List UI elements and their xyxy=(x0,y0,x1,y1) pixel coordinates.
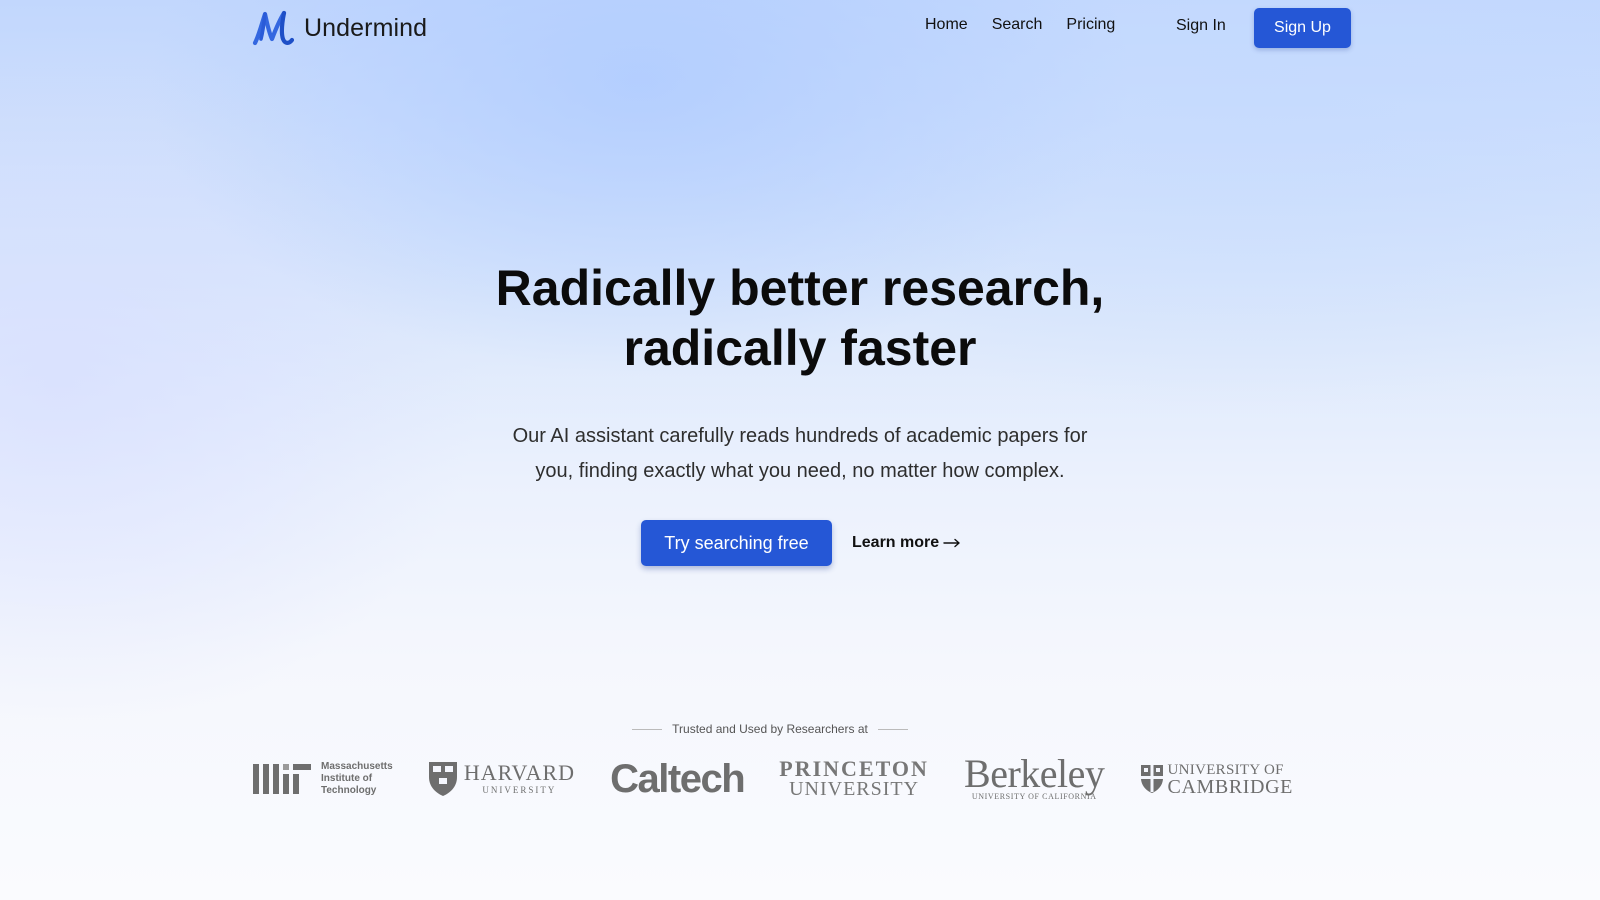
harvard-shield-icon xyxy=(428,762,457,796)
learn-more-label: Learn more xyxy=(852,534,940,551)
hero-subtitle-line: Our AI assistant carefully reads hundred… xyxy=(512,425,1088,447)
trusted-by-label-row: Trusted and Used by Researchers at xyxy=(0,722,1540,736)
trusted-by-label: Trusted and Used by Researchers at xyxy=(672,722,868,736)
brand-home-link[interactable]: Undermind xyxy=(252,9,427,47)
princeton-line: PRINCETON xyxy=(779,756,929,781)
divider xyxy=(877,728,908,730)
hero-cta-row: Try searching free Learn more xyxy=(641,520,961,566)
undermind-logo-icon xyxy=(252,10,294,46)
berkeley-sub: UNIVERSITY OF CALIFORNIA xyxy=(971,792,1097,801)
cambridge-crest-icon xyxy=(1140,765,1163,793)
mit-line: Institute of xyxy=(321,773,373,784)
princeton-wordmark: PRINCETON UNIVERSITY xyxy=(779,758,929,800)
sign-up-button[interactable]: Sign Up xyxy=(1254,8,1351,48)
hero-subtitle: Our AI assistant carefully reads hundred… xyxy=(500,419,1100,489)
nav-home-link[interactable]: Home xyxy=(925,16,968,34)
cambridge-wordmark: UNIVERSITY OF CAMBRIDGE xyxy=(1167,762,1293,798)
arrow-right-icon xyxy=(943,538,960,548)
berkeley-name: Berkeley xyxy=(964,751,1105,796)
caltech-logo: Caltech xyxy=(610,756,746,802)
harvard-logo: HARVARD UNIVERSITY xyxy=(428,756,575,802)
try-searching-free-button[interactable]: Try searching free xyxy=(641,520,832,566)
mit-line: Massachusetts xyxy=(321,761,393,772)
mit-logo: Massachusetts Institute of Technology xyxy=(253,756,393,802)
caltech-wordmark: Caltech xyxy=(610,756,746,801)
hero-title-line: Radically better research, xyxy=(495,260,1105,316)
harvard-name: HARVARD xyxy=(463,760,576,785)
princeton-logo: PRINCETON UNIVERSITY xyxy=(779,756,929,802)
cambridge-logo: UNIVERSITY OF CAMBRIDGE xyxy=(1140,756,1293,802)
hero-subtitle-line: you, finding exactly what you need, no m… xyxy=(535,460,1065,482)
learn-more-link[interactable]: Learn more xyxy=(852,534,961,552)
mit-wordmark: Massachusetts Institute of Technology xyxy=(321,761,393,797)
university-logos: Massachusetts Institute of Technology HA… xyxy=(253,751,1293,802)
harvard-sub: UNIVERSITY xyxy=(482,785,557,795)
brand-name: Undermind xyxy=(304,13,428,42)
divider xyxy=(632,728,663,730)
site-header: Undermind Home Search Pricing Sign In Si… xyxy=(0,0,1600,56)
sign-in-link[interactable]: Sign In xyxy=(1176,17,1226,35)
harvard-wordmark: HARVARD UNIVERSITY xyxy=(464,762,575,796)
princeton-line: UNIVERSITY xyxy=(789,778,920,800)
berkeley-logo: Berkeley UNIVERSITY OF CALIFORNIA xyxy=(964,751,1105,802)
mit-mark-icon xyxy=(253,764,311,794)
mit-line: Technology xyxy=(321,785,377,796)
cambridge-line: CAMBRIDGE xyxy=(1167,776,1293,798)
hero-title: Radically better research, radically fas… xyxy=(0,258,1600,378)
nav-pricing-link[interactable]: Pricing xyxy=(1066,16,1115,34)
hero-title-line: radically faster xyxy=(623,320,977,376)
berkeley-wordmark: Berkeley UNIVERSITY OF CALIFORNIA xyxy=(964,751,1105,802)
nav-search-link[interactable]: Search xyxy=(992,16,1043,34)
main-nav: Home Search Pricing xyxy=(925,16,1139,34)
